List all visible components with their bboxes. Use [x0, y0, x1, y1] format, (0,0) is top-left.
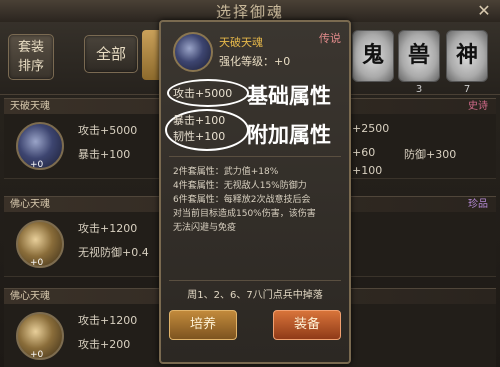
- item-name: 佛心天魂: [10, 291, 50, 302]
- close-icon[interactable]: ✕: [472, 0, 496, 21]
- category-tab-ghost[interactable]: 鬼: [352, 30, 394, 82]
- set-effect-line: 6件套属性：每释放2次战意技后会: [173, 195, 311, 205]
- soul-orb-icon: +0: [16, 220, 64, 268]
- item-stat: 攻击+5000: [78, 124, 138, 137]
- item-stat: +2500: [352, 122, 390, 135]
- drop-info: 周1、2、6、7八门点兵中掉落: [187, 290, 323, 301]
- divider: [169, 156, 341, 157]
- set-effect-line: 无法闪避与免疫: [173, 223, 237, 233]
- sort-label-line1: 套装: [17, 40, 44, 55]
- equip-button[interactable]: 装备: [273, 310, 341, 340]
- tooltip-extra-stat: 暴击+100: [173, 114, 226, 127]
- soul-select-window: 选择御魂 ✕ 套装 排序 全部 鬼 兽 3 神 7 天破天魂 史诗 +0 攻击+…: [0, 0, 500, 367]
- soul-orb-icon: [173, 32, 213, 72]
- window-title: 选择御魂: [215, 3, 284, 21]
- item-level: +0: [30, 160, 44, 170]
- item-stat: 攻击+1200: [78, 222, 138, 235]
- item-name: 佛心天魂: [10, 199, 50, 210]
- callout-base-attribute: 基础属性: [247, 84, 331, 108]
- item-rarity: 史诗: [468, 101, 488, 112]
- item-stat: 暴击+100: [78, 148, 131, 161]
- item-level: +0: [30, 258, 44, 268]
- set-effect-line: 4件套属性：无视敌人15%防御力: [173, 181, 307, 191]
- god-glyph: 神: [455, 42, 478, 68]
- set-effect-line: 2件套属性：武力值+18%: [173, 167, 279, 177]
- god-count: 7: [463, 84, 471, 95]
- tooltip-extra-stat: 韧性+100: [173, 130, 226, 143]
- beast-count: 3: [415, 84, 423, 95]
- tooltip-base-stat: 攻击+5000: [173, 87, 233, 100]
- tooltip-rarity: 传说: [319, 32, 341, 45]
- item-stat: +100: [352, 164, 383, 177]
- item-stat: 攻击+1200: [78, 314, 138, 327]
- soul-detail-tooltip: 天破天魂 传说 强化等级：+0 攻击+5000 暴击+100 韧性+100 2件…: [159, 20, 351, 364]
- set-effect-line: 对当前目标造成150%伤害，该伤害: [173, 209, 316, 219]
- soul-orb-icon: +0: [16, 122, 64, 170]
- item-rarity: 珍品: [468, 199, 488, 210]
- tooltip-soul-name: 天破天魂: [219, 36, 263, 49]
- sort-label-line2: 排序: [17, 59, 44, 74]
- beast-glyph: 兽: [407, 42, 430, 68]
- callout-extra-attribute: 附加属性: [247, 123, 331, 147]
- soul-orb-icon: +0: [16, 312, 64, 360]
- item-stat: 无视防御+0.4: [78, 246, 149, 259]
- item-stat: +60: [352, 146, 376, 159]
- tooltip-enhance-level: 强化等级：+0: [219, 55, 291, 68]
- item-stat: 攻击+200: [78, 338, 131, 351]
- category-tab-god[interactable]: 神 7: [446, 30, 488, 95]
- item-stat: 防御+300: [404, 148, 457, 161]
- ghost-glyph: 鬼: [361, 42, 384, 68]
- item-level: +0: [30, 350, 44, 360]
- tab-all[interactable]: 全部: [84, 35, 138, 73]
- set-sort-button[interactable]: 套装 排序: [8, 34, 54, 80]
- category-tab-beast[interactable]: 兽 3: [398, 30, 440, 95]
- cultivate-button[interactable]: 培养: [169, 310, 237, 340]
- divider: [169, 280, 341, 281]
- item-name: 天破天魂: [10, 101, 50, 112]
